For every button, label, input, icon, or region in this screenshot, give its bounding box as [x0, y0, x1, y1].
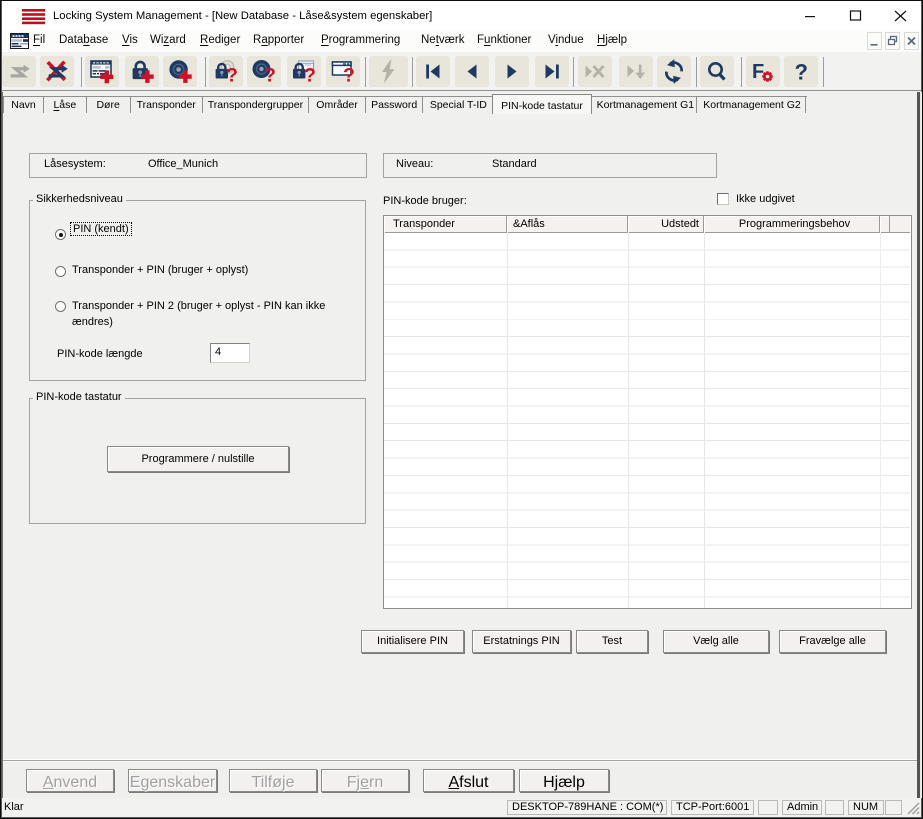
svg-text:?: ?	[795, 60, 808, 85]
svg-text:?: ?	[226, 65, 238, 87]
svg-text:?: ?	[264, 65, 276, 87]
svg-text:?: ?	[343, 65, 355, 87]
svg-text:?: ?	[304, 65, 316, 87]
svg-text:F: F	[752, 61, 764, 83]
